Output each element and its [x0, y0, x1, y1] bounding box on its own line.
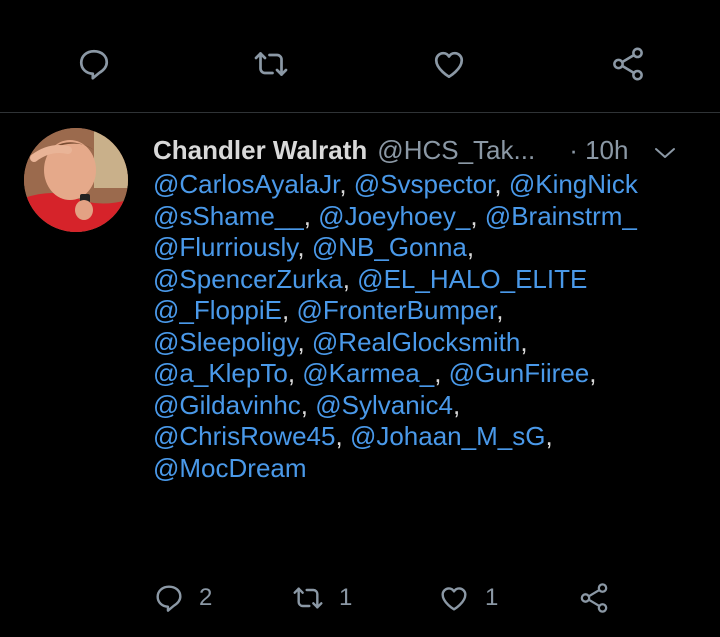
like-count: 1 [485, 584, 499, 611]
mention-link[interactable]: @Gildavinhc [153, 390, 301, 420]
reply-icon [156, 585, 182, 612]
avatar-photo [24, 128, 128, 232]
mention-link[interactable]: @EL_HALO_ELITE [357, 264, 587, 294]
avatar[interactable] [24, 128, 128, 232]
mention-link[interactable]: @NB_Gonna [312, 232, 467, 262]
mention-link[interactable]: @FronterBumper [296, 295, 496, 325]
mention-link[interactable]: @Sleepoligy [153, 327, 297, 357]
mention-link[interactable]: @KingNick [509, 169, 638, 199]
user-handle[interactable]: @HCS_Tak... [377, 135, 535, 166]
mention-link[interactable]: @Brainstrm_ [485, 201, 637, 231]
mention-link[interactable]: @SpencerZurka [153, 264, 343, 294]
mention-link[interactable]: @Johaan_M_sG [350, 421, 546, 451]
mention-link[interactable]: @CarlosAyalaJr [153, 169, 339, 199]
mention-link[interactable]: @a_KlepTo [153, 358, 288, 388]
like-icon [434, 51, 464, 79]
reply-icon [79, 49, 109, 80]
display-name[interactable]: Chandler Walrath [153, 135, 367, 166]
share-button[interactable] [577, 578, 611, 618]
tweet-text: @CarlosAyalaJr, @Svspector, @KingNick @s… [153, 169, 638, 483]
like-button[interactable]: 1 [437, 578, 498, 618]
mention-link[interactable]: @Sylvanic4 [315, 390, 453, 420]
mention-link[interactable]: @Flurriously [153, 232, 297, 262]
retweet-icon [293, 587, 323, 609]
reply-button[interactable]: 2 [153, 578, 212, 618]
tweet-header: Chandler Walrath @HCS_Tak... · 10h [153, 133, 696, 167]
tweet-timestamp[interactable]: · 10h [569, 135, 628, 166]
mention-link[interactable]: @GunFiiree [449, 358, 590, 388]
mention-link[interactable]: @Karmea_ [302, 358, 434, 388]
mention-link[interactable]: @Svspector [354, 169, 495, 199]
reply-count: 2 [199, 584, 213, 611]
retweet-button[interactable] [251, 44, 291, 84]
share-icon [613, 47, 643, 81]
retweet-count: 1 [339, 584, 353, 611]
retweet-icon [254, 52, 288, 76]
chevron-down-icon[interactable] [652, 139, 678, 170]
mention-link[interactable]: @ChrisRowe45 [153, 421, 335, 451]
mention-link[interactable]: @RealGlocksmith [312, 327, 520, 357]
retweet-button[interactable]: 1 [291, 578, 352, 618]
mention-link[interactable]: @_FloppiE [153, 295, 282, 325]
reply-button[interactable] [74, 44, 114, 84]
tweet-actions: 2 1 1 [153, 578, 623, 618]
mention-link[interactable]: @Joeyhoey_ [318, 201, 470, 231]
like-button[interactable] [429, 44, 469, 84]
parent-tweet-actions [0, 0, 720, 113]
share-icon [580, 583, 608, 613]
mention-link[interactable]: @sShame__ [153, 201, 304, 231]
mention-link[interactable]: @MocDream [153, 453, 307, 483]
like-icon [441, 587, 467, 611]
share-button[interactable] [608, 44, 648, 84]
